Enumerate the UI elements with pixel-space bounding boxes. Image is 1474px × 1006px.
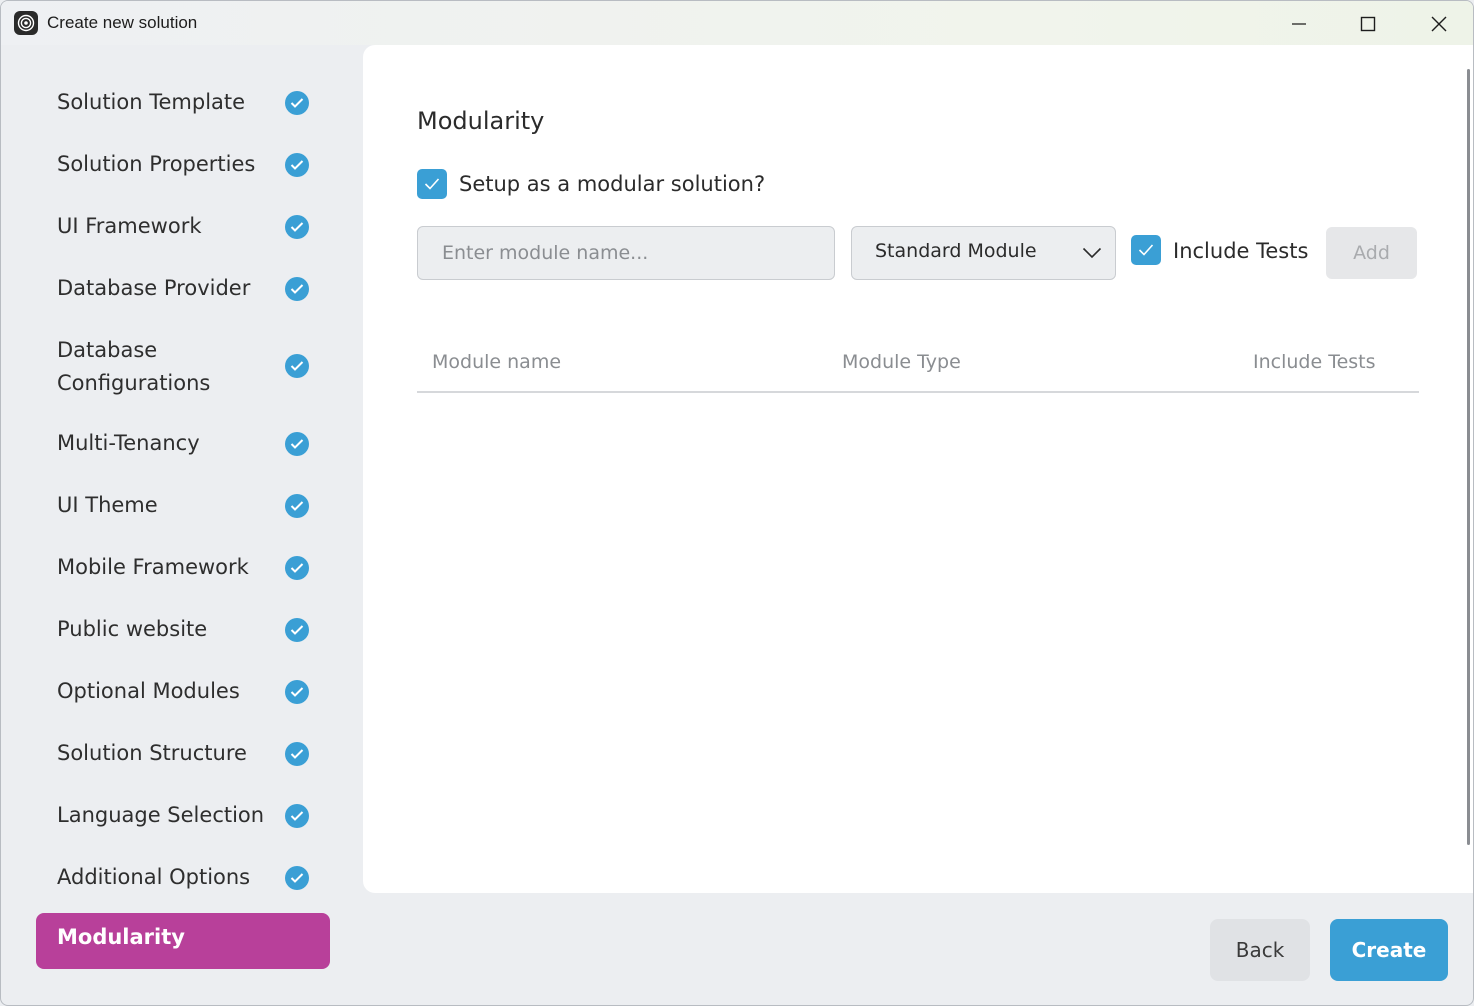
checkmark-icon — [1138, 244, 1154, 256]
step-mobile-framework[interactable]: Mobile Framework — [57, 551, 317, 584]
step-additional-options[interactable]: Additional Options — [57, 861, 317, 894]
step-language-selection[interactable]: Language Selection — [57, 799, 317, 832]
step-label: Additional Options — [57, 865, 251, 889]
step-label: Solution Template — [57, 90, 246, 114]
step-label: Solution Properties — [57, 152, 256, 176]
active-step-label: Modularity — [57, 925, 185, 949]
completed-check-icon — [285, 680, 309, 704]
step-label: UI Theme — [57, 493, 158, 517]
maximize-button[interactable] — [1353, 9, 1383, 39]
completed-check-icon — [285, 618, 309, 642]
include-tests-checkbox[interactable] — [1131, 235, 1161, 265]
back-button[interactable]: Back — [1210, 919, 1310, 981]
step-database-configurations[interactable]: Database Configurations — [57, 334, 317, 400]
step-label: Public website — [57, 617, 208, 641]
completed-check-icon — [285, 742, 309, 766]
step-label: Optional Modules — [57, 679, 240, 703]
wizard-steps-sidebar: Solution Template Solution Properties UI… — [1, 45, 363, 1005]
maximize-icon — [1360, 16, 1376, 32]
step-label: UI Framework — [57, 214, 202, 238]
include-tests-label: Include Tests — [1173, 239, 1309, 263]
modular-solution-label: Setup as a modular solution? — [459, 172, 766, 196]
module-type-select[interactable]: Standard Module — [851, 226, 1116, 280]
step-solution-structure[interactable]: Solution Structure — [57, 737, 317, 770]
step-database-provider[interactable]: Database Provider — [57, 272, 317, 305]
step-label: Multi-Tenancy — [57, 431, 200, 455]
step-ui-framework[interactable]: UI Framework — [57, 210, 317, 243]
step-label: Language Selection — [57, 803, 265, 827]
completed-check-icon — [285, 91, 309, 115]
app-logo-icon — [14, 11, 38, 35]
column-header-include-tests[interactable]: Include Tests — [1253, 351, 1376, 373]
close-icon — [1431, 16, 1447, 32]
step-label: Database Provider — [57, 276, 251, 300]
completed-check-icon — [285, 804, 309, 828]
window-title: Create new solution — [47, 13, 198, 32]
completed-check-icon — [285, 215, 309, 239]
step-label: Solution Structure — [57, 741, 247, 765]
completed-check-icon — [285, 494, 309, 518]
step-solution-properties[interactable]: Solution Properties — [57, 148, 317, 181]
completed-check-icon — [285, 432, 309, 456]
column-header-module-type[interactable]: Module Type — [842, 351, 961, 373]
add-module-button[interactable]: Add — [1326, 227, 1417, 279]
column-header-module-name[interactable]: Module name — [432, 351, 561, 373]
create-solution-window: Create new solution Solution Template So… — [0, 0, 1474, 1006]
vertical-scrollbar[interactable] — [1467, 69, 1470, 845]
checkmark-icon — [424, 178, 440, 190]
modularity-panel: Modularity Setup as a modular solution? … — [363, 45, 1473, 893]
minimize-button[interactable] — [1284, 9, 1314, 39]
module-type-value: Standard Module — [875, 240, 1037, 262]
step-label: Mobile Framework — [57, 555, 249, 579]
completed-check-icon — [285, 556, 309, 580]
completed-check-icon — [285, 354, 309, 378]
completed-check-icon — [285, 153, 309, 177]
completed-check-icon — [285, 866, 309, 890]
step-optional-modules[interactable]: Optional Modules — [57, 675, 317, 708]
page-title: Modularity — [417, 107, 545, 135]
completed-check-icon — [285, 277, 309, 301]
step-solution-template[interactable]: Solution Template — [57, 86, 317, 119]
step-label: Database Configurations — [57, 338, 211, 395]
step-public-website[interactable]: Public website — [57, 613, 317, 646]
title-bar: Create new solution — [1, 1, 1473, 45]
minimize-icon — [1292, 23, 1306, 25]
modular-solution-checkbox[interactable] — [417, 169, 447, 199]
modules-table-header: Module name Module Type Include Tests — [417, 345, 1419, 393]
chevron-down-icon — [1082, 247, 1102, 259]
close-button[interactable] — [1424, 9, 1454, 39]
module-name-input[interactable] — [417, 226, 835, 280]
step-ui-theme[interactable]: UI Theme — [57, 489, 317, 522]
step-multi-tenancy[interactable]: Multi-Tenancy — [57, 427, 317, 460]
create-button[interactable]: Create — [1330, 919, 1448, 981]
step-modularity-active[interactable]: Modularity — [36, 913, 330, 969]
